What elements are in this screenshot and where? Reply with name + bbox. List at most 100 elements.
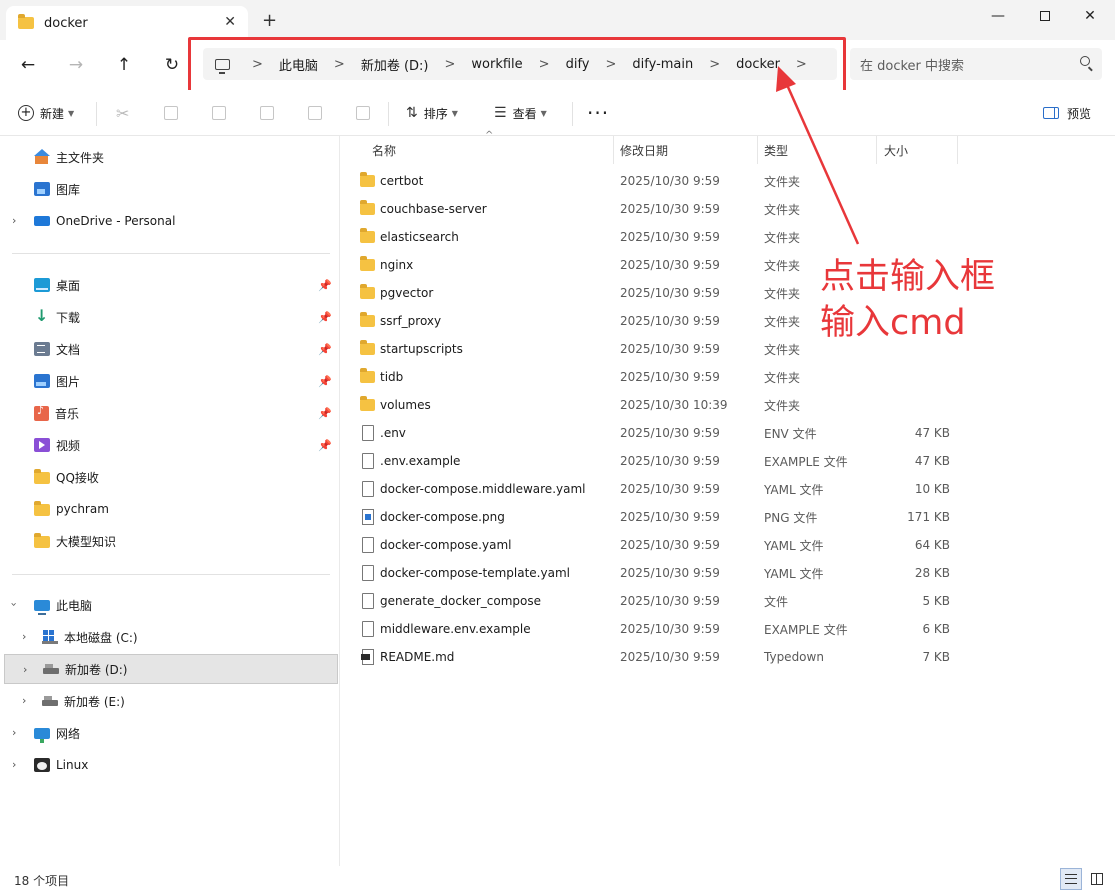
file-row[interactable]: README.md 2025/10/30 9:59 Typedown 7 KB — [350, 643, 960, 671]
breadcrumb-separator-icon[interactable]: > — [796, 57, 807, 72]
delete-button[interactable] — [356, 102, 370, 124]
sidebar-item-gallery[interactable]: 图库 — [34, 174, 80, 204]
copy-button[interactable] — [164, 102, 178, 124]
file-type: YAML 文件 — [764, 566, 824, 581]
file-row[interactable]: .env 2025/10/30 9:59 ENV 文件 47 KB — [350, 419, 960, 447]
rename-button[interactable] — [260, 102, 274, 124]
sidebar-item-linux[interactable]: Linux — [34, 750, 88, 780]
refresh-button[interactable]: ↻ — [158, 52, 186, 78]
column-header-name[interactable]: 名称 — [372, 136, 396, 164]
file-row[interactable]: certbot 2025/10/30 9:59 文件夹 — [350, 167, 960, 195]
sidebar-item-downloads[interactable]: 下载 📌 — [34, 302, 338, 332]
breadcrumb-separator-icon[interactable]: > — [252, 57, 263, 72]
pin-icon: 📌 — [318, 342, 332, 356]
forward-button[interactable]: → — [62, 52, 90, 78]
new-button[interactable]: + 新建 ▼ — [18, 102, 74, 124]
column-divider[interactable] — [957, 136, 958, 164]
column-header-size[interactable]: 大小 — [884, 136, 908, 164]
column-header-date[interactable]: 修改日期 — [620, 136, 668, 164]
sort-label: 排序 — [423, 106, 448, 121]
breadcrumb-dify-main[interactable]: dify-main — [632, 57, 693, 72]
close-window-button[interactable]: ✕ — [1070, 4, 1110, 28]
breadcrumb-separator-icon[interactable]: > — [334, 57, 345, 72]
new-tab-button[interactable]: + — [262, 12, 277, 30]
sidebar-item-videos[interactable]: 视频 📌 — [34, 430, 338, 460]
column-header-type[interactable]: 类型 — [764, 136, 788, 164]
more-options-button[interactable]: ··· — [587, 102, 609, 124]
file-date: 2025/10/30 9:59 — [620, 566, 720, 580]
sidebar-item-label: QQ接收 — [56, 470, 99, 485]
breadcrumb-this-pc[interactable]: 此电脑 — [279, 55, 318, 74]
videos-icon — [34, 438, 50, 452]
file-size: 7 KB — [922, 650, 950, 664]
file-row[interactable]: docker-compose.png 2025/10/30 9:59 PNG 文件 1… — [350, 503, 960, 531]
sidebar-item-pychram[interactable]: pychram — [34, 494, 109, 524]
sidebar-item-qq-receive[interactable]: QQ接收 — [34, 462, 99, 492]
search-input[interactable]: 在 docker 中搜索 — [850, 48, 1102, 80]
chevron-down-icon[interactable]: › — [8, 602, 21, 606]
file-size: 28 KB — [914, 566, 950, 580]
column-divider[interactable] — [876, 136, 877, 164]
sort-button[interactable]: ⇅ 排序 ▼ — [406, 102, 458, 124]
preview-pane-button[interactable]: 预览 — [1043, 102, 1091, 124]
sidebar-item-home[interactable]: 主文件夹 — [34, 142, 104, 172]
sidebar-item-label: OneDrive - Personal — [56, 214, 176, 228]
sidebar-item-music[interactable]: 音乐 📌 — [34, 398, 338, 428]
up-button[interactable]: ↑ — [110, 52, 138, 78]
pin-icon: 📌 — [318, 374, 332, 388]
back-button[interactable]: ← — [14, 52, 42, 78]
sidebar-item-documents[interactable]: 文档 📌 — [34, 334, 338, 364]
chevron-right-icon[interactable]: › — [22, 630, 26, 643]
sidebar-item-this-pc[interactable]: 此电脑 — [34, 590, 92, 620]
file-row[interactable]: .env.example 2025/10/30 9:59 EXAMPLE 文件 47 … — [350, 447, 960, 475]
chevron-right-icon[interactable]: › — [12, 758, 16, 771]
chevron-right-icon[interactable]: › — [12, 726, 16, 739]
breadcrumb-dify[interactable]: dify — [566, 57, 590, 72]
address-bar[interactable]: > 此电脑 > 新加卷 (D:) > workfile > dify > dif… — [203, 48, 837, 80]
minimize-button[interactable]: — — [978, 4, 1018, 28]
chevron-right-icon[interactable]: › — [12, 214, 16, 227]
maximize-icon — [1040, 11, 1050, 21]
breadcrumb-separator-icon[interactable]: > — [605, 57, 616, 72]
tab-docker[interactable]: docker ✕ — [6, 6, 248, 40]
file-row[interactable]: tidb 2025/10/30 9:59 文件夹 — [350, 363, 960, 391]
column-divider[interactable] — [613, 136, 614, 164]
chevron-right-icon[interactable]: › — [23, 663, 27, 676]
file-type: Typedown — [764, 650, 824, 664]
breadcrumb-d-drive[interactable]: 新加卷 (D:) — [361, 55, 429, 74]
file-row[interactable]: docker-compose-template.yaml 2025/10/30 9… — [350, 559, 960, 587]
sidebar-item-onedrive[interactable]: OneDrive - Personal — [34, 206, 175, 236]
chevron-right-icon[interactable]: › — [22, 694, 26, 707]
paste-button[interactable] — [212, 102, 226, 124]
maximize-button[interactable] — [1025, 4, 1065, 28]
share-button[interactable] — [308, 102, 322, 124]
file-row[interactable]: generate_docker_compose 2025/10/30 9:59 文件… — [350, 587, 960, 615]
file-row[interactable]: middleware.env.example 2025/10/30 9:59 EXA… — [350, 615, 960, 643]
tiles-view-button[interactable] — [1086, 868, 1108, 890]
details-view-button[interactable] — [1060, 868, 1082, 890]
breadcrumb-workfile[interactable]: workfile — [471, 57, 522, 72]
breadcrumb-separator-icon[interactable]: > — [445, 57, 456, 72]
sidebar-item-llm-knowledge[interactable]: 大模型知识 — [34, 526, 116, 556]
sidebar-item-e-drive[interactable]: 新加卷 (E:) — [42, 686, 125, 716]
breadcrumb-docker[interactable]: docker — [736, 57, 780, 72]
sidebar-item-label: 网络 — [56, 726, 81, 741]
column-divider[interactable] — [757, 136, 758, 164]
sidebar-item-pictures[interactable]: 图片 📌 — [34, 366, 338, 396]
breadcrumb-separator-icon[interactable]: > — [539, 57, 550, 72]
sidebar-item-d-drive[interactable]: › 新加卷 (D:) — [4, 654, 338, 684]
sidebar-item-c-drive[interactable]: 本地磁盘 (C:) — [42, 622, 138, 652]
folder-icon — [360, 172, 375, 187]
file-row[interactable]: docker-compose.middleware.yaml 2025/10/30… — [350, 475, 960, 503]
view-button[interactable]: ☰ 查看 ▼ — [494, 102, 547, 124]
tab-close-button[interactable]: ✕ — [224, 14, 236, 30]
copy-icon — [164, 106, 178, 120]
breadcrumb-separator-icon[interactable]: > — [709, 57, 720, 72]
file-row[interactable]: volumes 2025/10/30 10:39 文件夹 — [350, 391, 960, 419]
sidebar-item-desktop[interactable]: 桌面 📌 — [34, 270, 338, 300]
cut-button[interactable]: ✂ — [116, 102, 129, 124]
sidebar-item-network[interactable]: 网络 — [34, 718, 80, 748]
file-row[interactable]: couchbase-server 2025/10/30 9:59 文件夹 — [350, 195, 960, 223]
file-row[interactable]: docker-compose.yaml 2025/10/30 9:59 YAML 文… — [350, 531, 960, 559]
file-row[interactable]: elasticsearch 2025/10/30 9:59 文件夹 — [350, 223, 960, 251]
